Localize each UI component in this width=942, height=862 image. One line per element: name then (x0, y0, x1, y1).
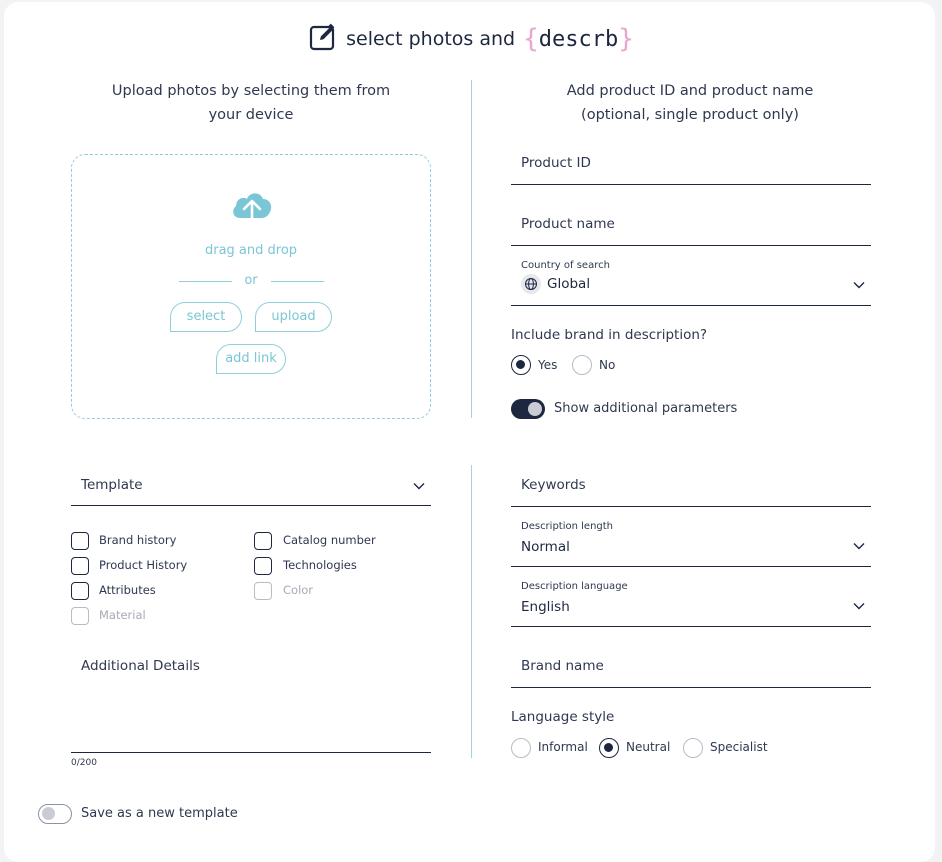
style-neutral-radio[interactable] (599, 738, 619, 758)
char-counter: 0/200 (71, 758, 97, 768)
brand-brace-close: } (618, 24, 634, 54)
keywords-field[interactable]: Keywords (511, 467, 871, 507)
brand-no-radio[interactable] (572, 355, 592, 375)
chevron-down-icon (853, 282, 865, 289)
checkbox-color[interactable] (254, 582, 272, 600)
style-neutral-label: Neutral (626, 740, 671, 754)
save-template-label: Save as a new template (81, 806, 238, 821)
brand-name: descrb (538, 26, 619, 52)
globe-icon (521, 274, 541, 294)
keywords-placeholder: Keywords (521, 477, 586, 493)
select-button[interactable]: select (170, 302, 242, 332)
template-placeholder: Template (81, 477, 143, 493)
edit-icon (308, 22, 338, 56)
language-style-label: Language style (511, 709, 615, 725)
chevron-down-icon (853, 603, 865, 610)
checkbox-product-history[interactable] (71, 557, 89, 575)
page-header: select photos and { descrb } (0, 22, 942, 56)
additional-details-placeholder: Additional Details (81, 658, 200, 674)
or-text: or (244, 273, 258, 288)
brand-brace-open: { (523, 24, 539, 54)
upload-heading: Upload photos by selecting them from you… (111, 83, 391, 123)
show-params-toggle[interactable] (511, 399, 545, 419)
checkbox-attributes[interactable] (71, 582, 89, 600)
brand-name-placeholder: Brand name (521, 658, 604, 674)
product-heading-line1: Add product ID and product name (566, 83, 814, 99)
style-specialist-label: Specialist (710, 740, 768, 754)
style-informal-radio[interactable] (511, 738, 531, 758)
checkbox-brand-history[interactable] (71, 532, 89, 550)
product-name-field[interactable]: Product name (511, 206, 871, 246)
style-informal-label: Informal (538, 740, 588, 754)
checkbox-label: Color (283, 583, 314, 597)
country-value-text: Global (547, 276, 591, 292)
brand-yes-radio[interactable] (511, 355, 531, 375)
divider-bottom (471, 465, 472, 758)
country-value: Global (521, 274, 590, 294)
country-select[interactable]: Country of search Global (511, 252, 871, 306)
checkbox-label: Product History (99, 558, 188, 572)
add-link-button[interactable]: add link (216, 344, 286, 374)
product-heading-line2: (optional, single product only) (581, 107, 799, 123)
page-title: select photos and (346, 28, 516, 50)
chevron-down-icon (413, 483, 425, 490)
checkbox-technologies[interactable] (254, 557, 272, 575)
checkbox-catalog-number[interactable] (254, 532, 272, 550)
length-value: Normal (521, 539, 570, 555)
checkbox-material[interactable] (71, 607, 89, 625)
product-id-field[interactable]: Product ID (511, 145, 871, 185)
save-template-toggle[interactable] (38, 804, 72, 824)
brand-yes-label: Yes (538, 358, 558, 372)
brand-question: Include brand in description? (511, 327, 708, 343)
or-line-right (271, 281, 324, 282)
brand-no-label: No (599, 358, 616, 372)
checkbox-label: Catalog number (283, 533, 376, 547)
brand-name-field[interactable]: Brand name (511, 648, 871, 688)
drag-drop-text: drag and drop (204, 243, 298, 258)
description-language-select[interactable]: Description language English (511, 573, 871, 627)
checkbox-label: Material (99, 608, 146, 622)
description-length-select[interactable]: Description length Normal (511, 513, 871, 567)
language-value: English (521, 599, 570, 615)
show-params-label: Show additional parameters (554, 401, 738, 416)
product-id-placeholder: Product ID (521, 155, 591, 171)
product-name-placeholder: Product name (521, 216, 615, 232)
divider-top (471, 80, 472, 418)
language-label: Description language (521, 581, 628, 592)
photo-dropzone[interactable]: drag and drop or select upload add link (71, 154, 431, 419)
product-heading: Add product ID and product name (optiona… (540, 79, 840, 127)
style-specialist-radio[interactable] (683, 738, 703, 758)
cloud-upload-icon (233, 193, 272, 228)
chevron-down-icon (853, 543, 865, 550)
checkbox-label: Attributes (99, 583, 156, 597)
upload-button[interactable]: upload (255, 302, 332, 332)
brand-logo: { descrb } (523, 24, 634, 54)
checkbox-label: Brand history (99, 533, 177, 547)
country-label: Country of search (521, 260, 610, 271)
length-label: Description length (521, 521, 614, 532)
additional-details-textarea[interactable]: Additional Details (71, 650, 431, 753)
template-select[interactable]: Template (71, 466, 431, 506)
checkbox-label: Technologies (283, 558, 357, 572)
